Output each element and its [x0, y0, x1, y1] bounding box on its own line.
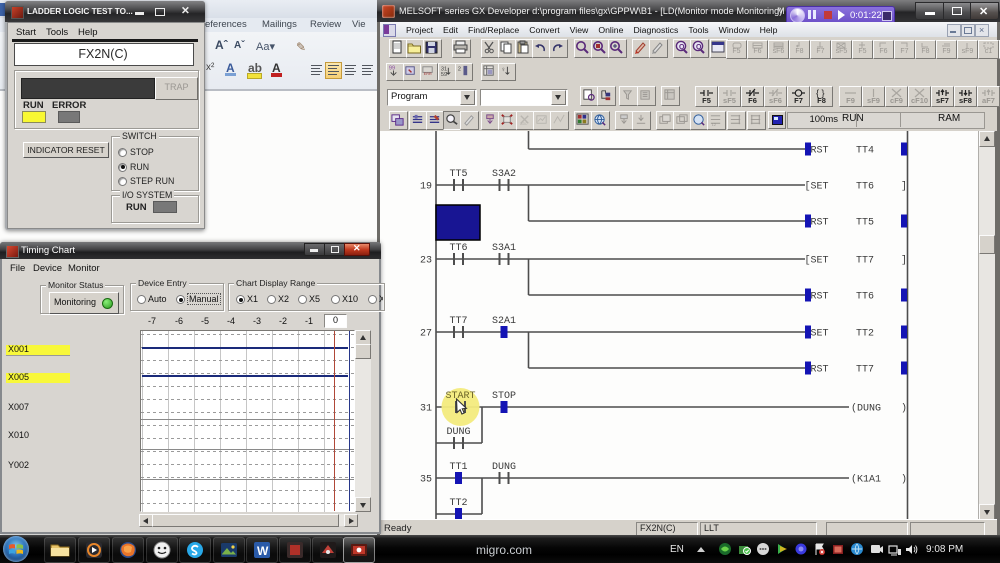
svg-text:TT6: TT6	[856, 182, 874, 193]
svg-text:TT7: TT7	[856, 256, 874, 267]
svg-text:TT6: TT6	[856, 292, 874, 303]
svg-text:(DUNG: (DUNG	[851, 403, 881, 415]
svg-text:TT5: TT5	[856, 218, 874, 229]
svg-text:TT7: TT7	[856, 365, 874, 376]
svg-text:DUNG: DUNG	[492, 462, 516, 473]
svg-text:TT7: TT7	[449, 316, 467, 327]
svg-text:TT4: TT4	[856, 146, 874, 157]
svg-text:W: W	[257, 544, 269, 558]
svg-text:SET: SET	[811, 256, 829, 267]
svg-text:RST: RST	[811, 292, 829, 303]
svg-text:(K1A1: (K1A1	[851, 474, 881, 486]
svg-text:31: 31	[420, 404, 432, 415]
svg-text:SET: SET	[811, 182, 829, 193]
svg-text:DUNG: DUNG	[446, 427, 470, 438]
svg-text:99: 99	[389, 66, 395, 72]
svg-text:ERR: ERR	[424, 72, 432, 76]
svg-text:SET: SET	[811, 329, 829, 340]
svg-text:]: ]	[901, 255, 907, 267]
svg-text:S3A1: S3A1	[492, 243, 516, 254]
svg-text:S2A1: S2A1	[492, 316, 516, 327]
svg-text:START: START	[445, 391, 475, 402]
svg-text:TT2: TT2	[856, 329, 874, 340]
svg-text:): )	[901, 403, 907, 415]
svg-text:Q: Q	[696, 44, 702, 51]
svg-text:abc: abc	[520, 121, 528, 126]
svg-text:Q: Q	[679, 44, 685, 51]
svg-text:S3A2: S3A2	[492, 169, 516, 180]
svg-text:TT5: TT5	[449, 169, 467, 180]
svg-text:TT6: TT6	[449, 243, 467, 254]
svg-text:19: 19	[420, 182, 432, 193]
svg-text:]: ]	[901, 181, 907, 193]
svg-text:TT1: TT1	[449, 462, 467, 473]
svg-text:TT2: TT2	[449, 498, 467, 509]
svg-text:59: 59	[441, 72, 447, 78]
svg-text:27: 27	[420, 329, 432, 340]
svg-text:12: 12	[712, 123, 716, 127]
svg-text:35: 35	[420, 475, 432, 486]
svg-text:): )	[901, 474, 907, 486]
svg-text:♀: ♀	[501, 66, 506, 73]
svg-text:RST: RST	[811, 365, 829, 376]
svg-text:23: 23	[420, 256, 432, 267]
svg-text:2: 2	[458, 67, 461, 73]
svg-text:RST: RST	[811, 218, 829, 229]
svg-text:STOP: STOP	[492, 391, 516, 402]
svg-text:RST: RST	[811, 146, 829, 157]
